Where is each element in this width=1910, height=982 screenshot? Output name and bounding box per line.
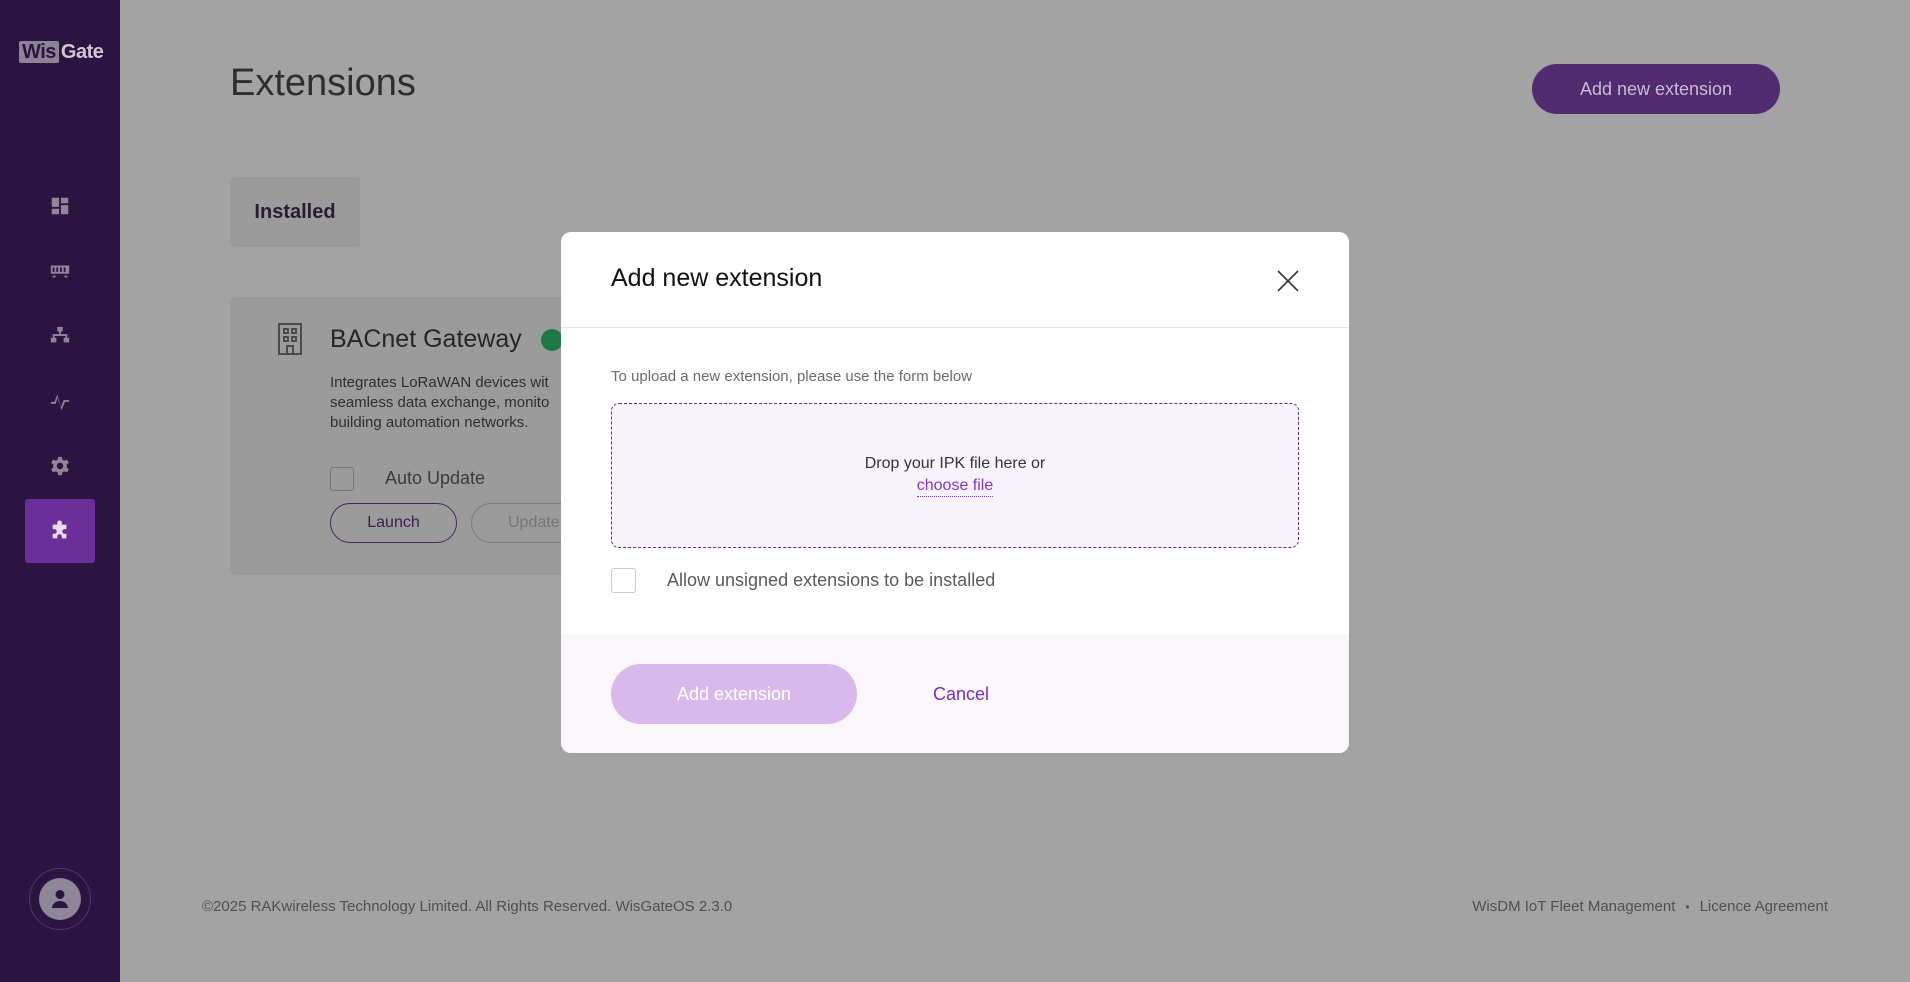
sidebar-item-settings[interactable]: [25, 434, 95, 498]
sidebar-item-extensions[interactable]: [25, 499, 95, 563]
dialog-footer: Add extension Cancel: [561, 634, 1349, 753]
add-new-extension-button[interactable]: Add new extension: [1532, 64, 1780, 114]
page-title: Extensions: [230, 62, 416, 104]
sidebar-item-dashboard[interactable]: [25, 174, 95, 238]
sidebar: Wis Gate: [0, 0, 120, 982]
fleet-management-link[interactable]: WisDM IoT Fleet Management: [1472, 898, 1675, 915]
dialog-header: Add new extension: [561, 232, 1349, 328]
user-icon: [52, 890, 68, 908]
puzzle-icon: [52, 520, 67, 539]
user-menu[interactable]: [29, 868, 91, 930]
close-icon: [1277, 270, 1299, 292]
dashboard-icon: [51, 197, 69, 215]
tab-installed[interactable]: Installed: [230, 177, 360, 247]
app-root: Wis Gate Extensions Add new extension In…: [0, 0, 1910, 982]
drop-text: Drop your IPK file here or: [864, 454, 1046, 472]
allow-unsigned-label: Allow unsigned extensions to be installe…: [667, 570, 996, 590]
auto-update-label: Auto Update: [385, 468, 486, 488]
dialog-title: Add new extension: [611, 264, 823, 292]
sidebar-item-gateway[interactable]: [25, 239, 95, 303]
allow-unsigned-checkbox[interactable]: [611, 568, 636, 593]
upload-hint: To upload a new extension, please use th…: [611, 368, 973, 385]
logo-gate: Gate: [60, 40, 104, 63]
wisgate-logo[interactable]: Wis Gate: [19, 40, 104, 64]
gear-icon: [51, 456, 69, 476]
network-icon: [50, 326, 70, 343]
logo-wis: Wis: [19, 41, 59, 63]
cancel-button[interactable]: Cancel: [921, 664, 1001, 724]
footer-links: WisDM IoT Fleet Management • Licence Agr…: [1472, 898, 1828, 915]
add-extension-dialog: Add new extension To upload a new extens…: [561, 232, 1349, 753]
licence-agreement-link[interactable]: Licence Agreement: [1700, 898, 1828, 915]
avatar: [39, 878, 81, 920]
sidebar-item-network[interactable]: [25, 304, 95, 368]
footer-copyright: ©2025 RAKwireless Technology Limited. Al…: [202, 898, 733, 915]
extension-name: BACnet Gateway: [330, 325, 522, 353]
extension-description: Integrates LoRaWAN devices wit seamless …: [330, 373, 600, 433]
sidebar-item-analytics[interactable]: [25, 369, 95, 433]
update-button[interactable]: Update: [471, 503, 571, 543]
gateway-icon: [50, 265, 70, 278]
description-line: seamless data exchange, monito: [330, 394, 550, 411]
status-indicator: [541, 329, 563, 351]
description-line: building automation networks.: [330, 414, 529, 431]
footer-separator: •: [1685, 899, 1690, 914]
auto-update-checkbox[interactable]: [330, 467, 354, 491]
building-icon: [276, 322, 304, 356]
activity-icon: [50, 394, 70, 411]
close-dialog-button[interactable]: [1275, 268, 1301, 294]
description-line: Integrates LoRaWAN devices wit: [330, 374, 549, 391]
launch-button[interactable]: Launch: [330, 503, 457, 543]
file-dropzone[interactable]: Drop your IPK file here or choose file: [611, 403, 1299, 548]
add-extension-button[interactable]: Add extension: [611, 664, 857, 724]
choose-file-link[interactable]: choose file: [916, 477, 994, 497]
